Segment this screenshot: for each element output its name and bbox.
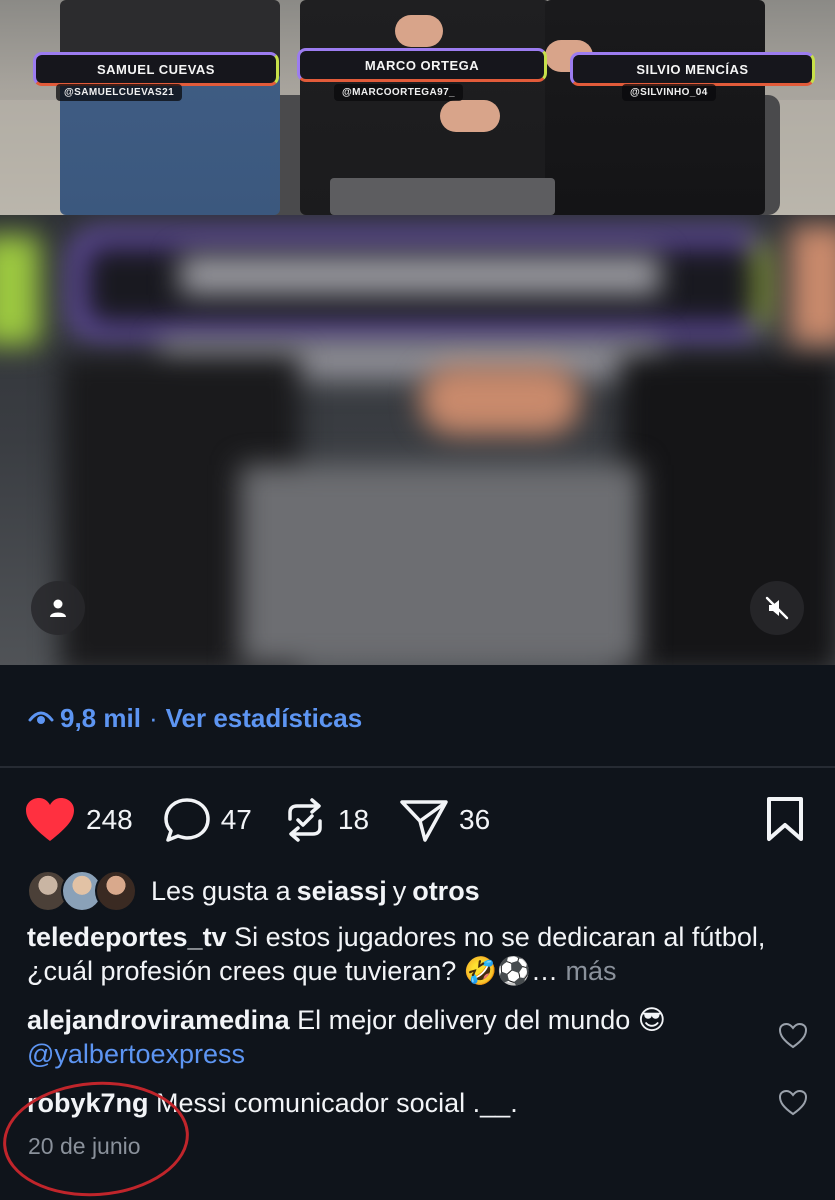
divider: [0, 766, 835, 768]
stats-separator: ·: [148, 702, 158, 733]
post-insights[interactable]: 9,8 mil · Ver estadísticas: [28, 700, 362, 736]
comment-button[interactable]: 47: [163, 797, 252, 843]
liked-by-others[interactable]: otros: [412, 876, 480, 907]
person-icon: [50, 599, 66, 617]
more-link[interactable]: más: [566, 956, 617, 986]
caption-username[interactable]: teledeportes_tv: [27, 922, 227, 952]
eye-icon: [28, 711, 54, 724]
avatar: [95, 870, 137, 912]
speech-bubble-icon: [163, 798, 210, 842]
liker-avatars: [27, 870, 137, 912]
host-handle: @SAMUELCUEVAS21: [56, 84, 183, 101]
host-handle: @MARCOORTEGA97_: [334, 84, 463, 101]
comment-item: alejandroviramedina El mejor delivery de…: [27, 1003, 767, 1071]
tagged-people-button[interactable]: [31, 581, 85, 635]
share-count: 36: [459, 804, 491, 835]
mute-button[interactable]: [750, 581, 804, 635]
repost-icon: [288, 798, 322, 842]
repost-count: 18: [337, 804, 370, 835]
host-nameplate: MARCO ORTEGA: [297, 48, 547, 82]
action-bar: 248 47 18 36: [24, 794, 520, 846]
share-button[interactable]: 36: [399, 797, 490, 843]
comment-text: El mejor delivery del mundo 😎: [297, 1005, 666, 1035]
host-nameplate: SAMUEL CUEVAS: [33, 52, 279, 86]
liked-by-row[interactable]: Les gusta a seiassj y otros: [27, 868, 486, 914]
comment-count: 47: [220, 804, 252, 835]
like-button[interactable]: 248: [24, 797, 133, 843]
heart-filled-icon: [26, 798, 74, 841]
comment-username[interactable]: alejandroviramedina: [27, 1005, 290, 1035]
bookmark-icon[interactable]: [765, 796, 805, 842]
comment-text: Messi comunicador social .__.: [156, 1088, 518, 1118]
post-caption: teledeportes_tv Si estos jugadores no se…: [27, 920, 807, 988]
liked-by-conj: y: [392, 875, 407, 906]
comment-mention[interactable]: @yalbertoexpress: [27, 1039, 245, 1069]
send-icon: [400, 800, 448, 842]
repost-button[interactable]: 18: [282, 797, 369, 843]
host-handle: @SILVINHO_04: [622, 84, 716, 101]
liked-by-prefix: Les gusta a: [151, 875, 291, 906]
host-nameplate: SILVIO MENCÍAS: [570, 52, 815, 86]
video-frame-top: SAMUEL CUEVAS @SAMUELCUEVAS21 MARCO ORTE…: [0, 0, 835, 215]
video-blurred-zoom: [0, 215, 835, 665]
view-count: 9,8 mil: [60, 702, 141, 733]
post-video[interactable]: SAMUEL CUEVAS @SAMUELCUEVAS21 MARCO ORTE…: [0, 0, 835, 665]
comment-like-icon[interactable]: [778, 1021, 808, 1051]
like-count: 248: [86, 804, 133, 835]
view-insights-link[interactable]: Ver estadísticas: [166, 703, 363, 734]
liked-by-user[interactable]: seiassj: [297, 876, 387, 907]
speaker-muted-icon: [765, 596, 789, 620]
comment-like-icon[interactable]: [778, 1088, 808, 1118]
